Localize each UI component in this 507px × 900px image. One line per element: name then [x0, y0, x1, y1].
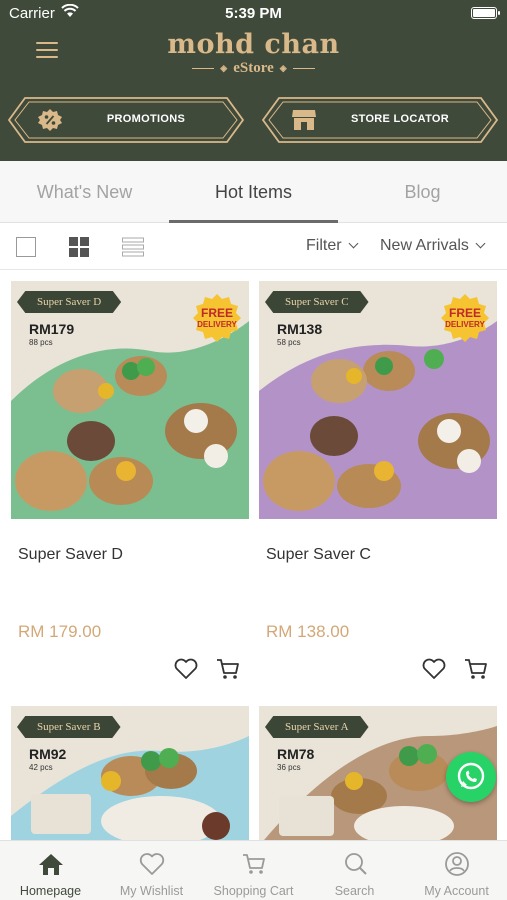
- filter-label: Filter: [306, 237, 342, 254]
- sort-dropdown[interactable]: New Arrivals: [380, 237, 486, 255]
- promotions-button[interactable]: PROMOTIONS: [7, 96, 245, 144]
- image-tag: Super Saver C: [265, 291, 369, 313]
- nav-label: Search: [334, 884, 375, 898]
- image-pieces: 42 pcs: [29, 763, 53, 772]
- free-label: FREE: [448, 306, 481, 320]
- brand-subtitle: ◈ eStore ◈: [150, 60, 357, 77]
- image-pieces: 88 pcs: [29, 338, 53, 347]
- delivery-label: DELIVERY: [445, 320, 485, 329]
- store-locator-button[interactable]: STORE LOCATOR: [261, 96, 499, 144]
- image-pieces: 36 pcs: [277, 763, 301, 772]
- image-price: RM78: [277, 746, 315, 762]
- app-header: Carrier 5:39 PM mohd chan ◈ eStore ◈ PRO…: [0, 0, 507, 161]
- store-locator-label: STORE LOCATOR: [350, 113, 450, 125]
- grid-view-icon[interactable]: [69, 237, 89, 257]
- search-icon: [341, 851, 369, 877]
- tab-whats-new[interactable]: What's New: [0, 161, 169, 223]
- product-price: RM 179.00: [18, 622, 102, 641]
- cart-icon: [240, 851, 268, 877]
- free-delivery-badge: FREE DELIVERY: [440, 293, 490, 343]
- add-to-cart-icon[interactable]: [215, 656, 241, 682]
- nav-wishlist[interactable]: My Wishlist: [101, 841, 202, 900]
- select-all-checkbox[interactable]: [16, 237, 36, 257]
- chevron-down-icon: [348, 238, 359, 249]
- product-image[interactable]: Super Saver B RM92 42 pcs: [11, 706, 249, 840]
- product-image[interactable]: Super Saver D RM179 88 pcs FREE DELIVERY: [11, 281, 249, 519]
- home-icon: [37, 851, 65, 877]
- bottom-navigation: Homepage My Wishlist Shopping Cart Searc…: [0, 840, 507, 900]
- nav-my-account[interactable]: My Account: [406, 841, 507, 900]
- heart-icon: [138, 851, 166, 877]
- tab-bar: What's New Hot Items Blog: [0, 161, 507, 223]
- image-tag: Super Saver D: [17, 291, 122, 313]
- product-name[interactable]: Super Saver D: [18, 546, 123, 564]
- hamburger-menu-icon[interactable]: [36, 42, 58, 60]
- promotions-label: PROMOTIONS: [106, 113, 186, 125]
- brand-name: mohd chan: [167, 29, 340, 60]
- product-image[interactable]: Super Saver C RM138 58 pcs FREE DELIVERY: [259, 281, 497, 519]
- clock: 5:39 PM: [225, 5, 282, 22]
- image-price: RM138: [277, 321, 323, 337]
- sort-label: New Arrivals: [380, 237, 469, 254]
- image-pieces: 58 pcs: [277, 338, 301, 347]
- image-tag: Super Saver B: [17, 716, 121, 738]
- nav-search[interactable]: Search: [304, 841, 405, 900]
- battery-icon: [471, 7, 500, 19]
- product-name[interactable]: Super Saver C: [266, 546, 371, 564]
- delivery-label: DELIVERY: [197, 320, 237, 329]
- wishlist-heart-icon[interactable]: [173, 656, 199, 682]
- listing-toolbar: Filter New Arrivals: [0, 223, 507, 270]
- nav-shopping-cart[interactable]: Shopping Cart: [203, 841, 304, 900]
- image-tag: Super Saver A: [265, 716, 369, 738]
- whatsapp-chat-button[interactable]: [446, 752, 496, 802]
- percent-badge-icon: [37, 108, 63, 132]
- product-card[interactable]: Super Saver B RM92 42 pcs: [11, 706, 249, 840]
- add-to-cart-icon[interactable]: [463, 656, 489, 682]
- free-delivery-badge: FREE DELIVERY: [192, 293, 242, 343]
- image-price: RM179: [29, 321, 75, 337]
- list-view-icon[interactable]: [122, 237, 144, 257]
- tab-hot-items[interactable]: Hot Items: [169, 161, 338, 223]
- store-icon: [291, 108, 317, 132]
- nav-homepage[interactable]: Homepage: [0, 841, 101, 900]
- filter-dropdown[interactable]: Filter: [306, 237, 359, 255]
- chevron-down-icon: [475, 238, 486, 249]
- nav-label: My Wishlist: [119, 884, 184, 898]
- brand-subtitle-text: eStore: [233, 60, 274, 76]
- nav-label: Shopping Cart: [213, 884, 294, 898]
- brand-logo: mohd chan ◈ eStore ◈: [150, 30, 357, 77]
- tab-blog[interactable]: Blog: [338, 161, 507, 223]
- product-price: RM 138.00: [266, 622, 350, 641]
- nav-label: My Account: [424, 884, 489, 898]
- image-price: RM92: [29, 746, 67, 762]
- nav-label: Homepage: [19, 884, 82, 898]
- account-icon: [443, 851, 471, 877]
- whatsapp-icon: [457, 762, 485, 790]
- status-bar: Carrier 5:39 PM: [0, 0, 507, 26]
- wishlist-heart-icon[interactable]: [421, 656, 447, 682]
- free-label: FREE: [200, 306, 233, 320]
